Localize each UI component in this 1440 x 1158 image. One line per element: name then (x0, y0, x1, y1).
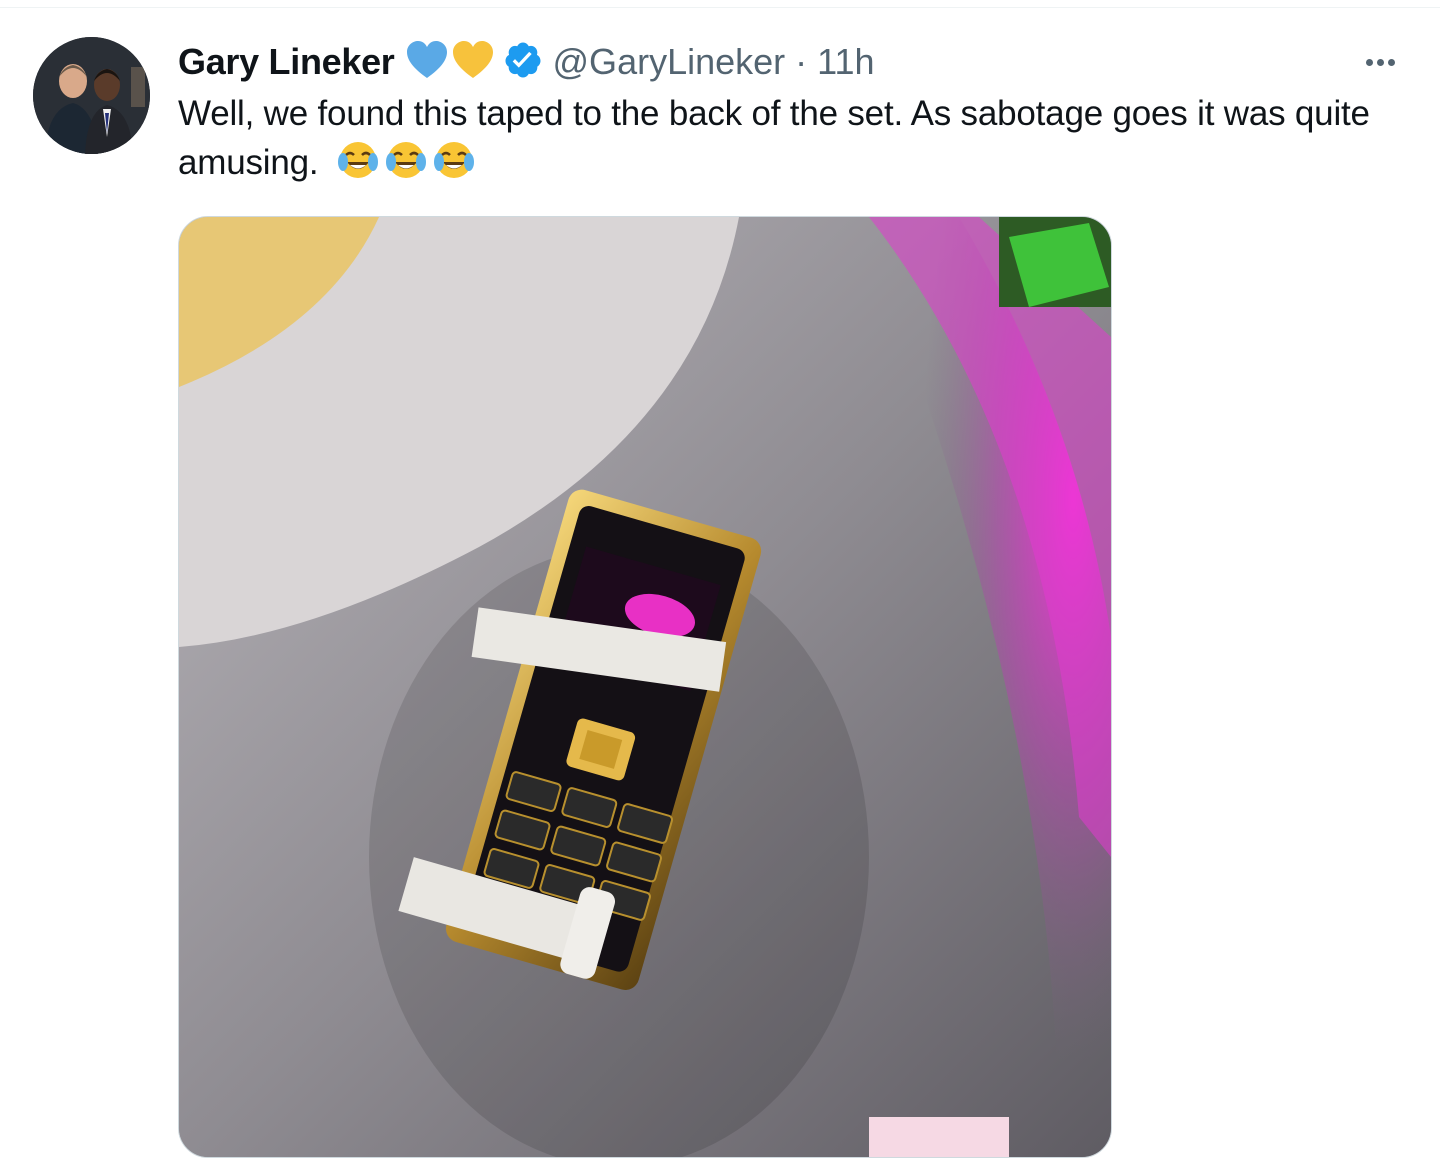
tears-of-joy-emoji-icon (433, 142, 474, 178)
timestamp[interactable]: 11h (817, 41, 874, 83)
avatar[interactable] (33, 37, 150, 154)
author-handle[interactable]: @GaryLineker (553, 41, 786, 83)
verified-badge-icon (503, 40, 543, 85)
tears-of-joy-emoji-icon (337, 142, 378, 178)
blue-heart-icon (405, 40, 449, 85)
tears-of-joy-emoji-icon (385, 142, 426, 178)
top-divider (0, 0, 1440, 8)
more-horizontal-icon (1365, 58, 1373, 66)
tweet-photo[interactable] (178, 216, 1112, 1158)
tweet-header: Gary Lineker @GaryLineker · 11h (178, 38, 875, 86)
more-options-button[interactable] (1360, 50, 1400, 74)
tweet-text: Well, we found this taped to the back of… (178, 90, 1378, 187)
yellow-heart-icon (451, 40, 495, 85)
emoji-group (336, 138, 480, 182)
display-name[interactable]: Gary Lineker (178, 41, 395, 83)
separator-dot: · (795, 41, 808, 82)
tweet[interactable]: Gary Lineker @GaryLineker · 11h Well, we… (0, 8, 1440, 1158)
